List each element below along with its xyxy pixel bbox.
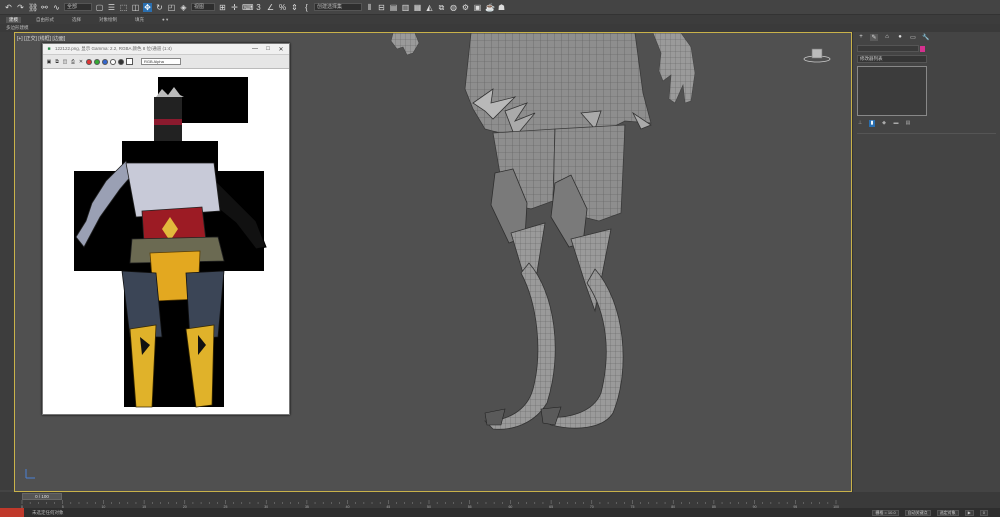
scale-icon[interactable]: ◰ [167, 3, 176, 12]
ribbon-options-icon[interactable]: ● ▾ [159, 17, 171, 23]
window-crossing-icon[interactable]: ◫ [131, 3, 140, 12]
command-panel: + ✎ ⌂ ● ▭ 🔧 修改器列表 ⊥ ▮ ◆ ▬ ▤ [852, 32, 1000, 492]
viewport-layout-strip [0, 32, 14, 490]
rotate-icon[interactable]: ↻ [155, 3, 164, 12]
panel-divider [857, 133, 996, 134]
tab-object-paint[interactable]: 对象绘制 [96, 17, 120, 23]
selection-filter-dropdown[interactable]: 全部 [64, 3, 92, 11]
reference-image [46, 71, 288, 413]
make-unique-icon[interactable]: ◆ [881, 120, 887, 127]
object-color-swatch[interactable] [920, 46, 925, 52]
grid-readout: 栅格 = 10.0 [872, 509, 899, 516]
rect-region-icon[interactable]: ⬚ [119, 3, 128, 12]
main-toolbar: ↶ ↷ ⛓ ⚯ ∿ 全部 ▢ ☰ ⬚ ◫ ✥ ↻ ◰ ◈ 视图 ⊞ ✛ ⌨ 3 … [0, 0, 1000, 15]
tab-freeform[interactable]: 自由形式 [33, 17, 57, 23]
clear-icon[interactable]: ✕ [78, 59, 84, 65]
render-production-icon[interactable]: ☕ [485, 3, 495, 12]
command-panel-tabs: + ✎ ⌂ ● ▭ 🔧 [853, 32, 1000, 42]
axis-gizmo-icon [25, 469, 35, 479]
image-window-title: 122122.png, 显示 Gamma: 2.2, RGBA 颜色 8 位/通… [55, 46, 172, 51]
undo-icon[interactable]: ↶ [4, 3, 13, 12]
select-object-icon[interactable]: ▢ [95, 3, 104, 12]
save-image-icon[interactable]: ▣ [46, 59, 52, 65]
print-icon[interactable]: ⎙ [70, 59, 76, 65]
modifier-stack[interactable] [857, 66, 927, 116]
time-track[interactable]: 0 5 10 15 20 25 30 35 40 45 50 55 60 65 70 75 80 85 90 95 10… [18, 500, 840, 508]
bind-spacewarp-icon[interactable]: ∿ [52, 3, 61, 12]
status-bar: 未选定任何对象 栅格 = 10.0 自动关键点 选定对象 ▶ 0 [0, 508, 1000, 517]
frame-field[interactable]: 0 [979, 509, 988, 516]
link-icon[interactable]: ⛓ [28, 3, 38, 12]
alpha-channel-toggle[interactable] [110, 58, 116, 65]
stack-tools: ⊥ ▮ ◆ ▬ ▤ [853, 116, 1000, 131]
redo-icon[interactable]: ↷ [16, 3, 25, 12]
angle-snap-icon[interactable]: ∠ [266, 3, 275, 12]
green-channel-toggle[interactable] [94, 58, 100, 65]
timeline-area: 0 / 100 0 5 10 15 20 25 30 35 40 45 50 55 60 65 70 75 80… [0, 492, 1000, 517]
app-icon: ■ [47, 46, 51, 52]
align-icon[interactable]: ⊟ [377, 3, 386, 12]
key-mode-dropdown[interactable]: 选定对象 [936, 509, 959, 516]
render-iterative-icon[interactable]: ☗ [497, 3, 506, 12]
curve-editor-icon[interactable]: ◭ [425, 3, 434, 12]
move-icon[interactable]: ✥ [143, 2, 152, 12]
copy-image-icon[interactable]: ⧉ [54, 59, 60, 65]
close-button[interactable]: ✕ [276, 46, 286, 53]
select-by-name-icon[interactable]: ☰ [107, 3, 116, 12]
modifier-list-dropdown[interactable]: 修改器列表 [857, 55, 927, 63]
mono-toggle[interactable] [118, 58, 124, 65]
select-manipulate-icon[interactable]: ✛ [230, 3, 239, 12]
mirror-icon[interactable]: ⫴ [365, 3, 374, 12]
material-editor-icon[interactable]: ◍ [449, 3, 458, 12]
object-name-field[interactable] [857, 45, 925, 52]
percent-snap-icon[interactable]: % [278, 3, 287, 12]
background-swatch[interactable] [126, 58, 133, 65]
hierarchy-tab-icon[interactable]: ⌂ [883, 34, 891, 40]
pivot-center-icon[interactable]: ⊞ [218, 3, 227, 12]
ribbon-tabs: 建模 自由形式 选择 对象绘制 填充 ● ▾ [0, 15, 1000, 24]
keyboard-shortcut-icon[interactable]: ⌨ [242, 3, 254, 12]
utilities-tab-icon[interactable]: 🔧 [922, 34, 930, 41]
maximize-button[interactable]: □ [263, 46, 273, 52]
motion-tab-icon[interactable]: ● [896, 34, 904, 40]
tab-selection[interactable]: 选择 [69, 17, 84, 23]
reference-coord-dropdown[interactable]: 视图 [191, 3, 215, 11]
ribbon-panel-label[interactable]: 多边形建模 [0, 24, 1000, 32]
blue-channel-toggle[interactable] [102, 58, 108, 65]
tab-populate[interactable]: 填充 [132, 17, 147, 23]
configure-sets-icon[interactable]: ▤ [905, 120, 911, 127]
schematic-view-icon[interactable]: ⧉ [437, 3, 446, 12]
create-tab-icon[interactable]: + [857, 34, 865, 40]
render-setup-icon[interactable]: ⚙ [461, 3, 470, 12]
clone-window-icon[interactable]: ◫ [62, 59, 68, 65]
image-viewer-window[interactable]: ■ 122122.png, 显示 Gamma: 2.2, RGBA 颜色 8 位… [42, 43, 290, 415]
edit-named-sel-icon[interactable]: { [302, 3, 311, 12]
time-slider[interactable]: 0 / 100 [22, 493, 62, 500]
channel-dropdown[interactable]: RGB Alpha [141, 58, 181, 65]
image-window-toolbar: ▣ ⧉ ◫ ⎙ ✕ RGB Alpha [43, 55, 289, 69]
remove-modifier-icon[interactable]: ▬ [893, 120, 899, 127]
placement-icon[interactable]: ◈ [179, 3, 188, 12]
toggle-ribbon-icon[interactable]: ▦ [413, 3, 422, 12]
tab-modeling[interactable]: 建模 [6, 16, 21, 23]
auto-key-button[interactable]: 自动关键点 [904, 509, 931, 516]
play-button[interactable]: ▶ [964, 509, 974, 516]
minimize-button[interactable]: — [250, 46, 260, 52]
image-window-titlebar[interactable]: ■ 122122.png, 显示 Gamma: 2.2, RGBA 颜色 8 位… [43, 44, 289, 55]
named-selection-dropdown[interactable]: 创建选择集 [314, 3, 362, 11]
maxscript-listener-indicator[interactable] [0, 508, 24, 517]
pin-stack-icon[interactable]: ⊥ [857, 120, 863, 127]
snap-3-icon[interactable]: 3 [254, 3, 263, 12]
red-channel-toggle[interactable] [86, 58, 92, 65]
rendered-frame-icon[interactable]: ▣ [473, 3, 482, 12]
scene-explorer-icon[interactable]: ▤ [389, 3, 398, 12]
status-text: 未选定任何对象 [32, 509, 64, 515]
layer-explorer-icon[interactable]: ▥ [401, 3, 410, 12]
show-end-result-icon[interactable]: ▮ [869, 120, 875, 127]
modify-tab-icon[interactable]: ✎ [870, 33, 878, 41]
viewcube-icon[interactable] [803, 47, 831, 63]
display-tab-icon[interactable]: ▭ [909, 34, 917, 41]
unlink-icon[interactable]: ⚯ [40, 3, 49, 12]
spinner-snap-icon[interactable]: ⇕ [290, 3, 299, 12]
